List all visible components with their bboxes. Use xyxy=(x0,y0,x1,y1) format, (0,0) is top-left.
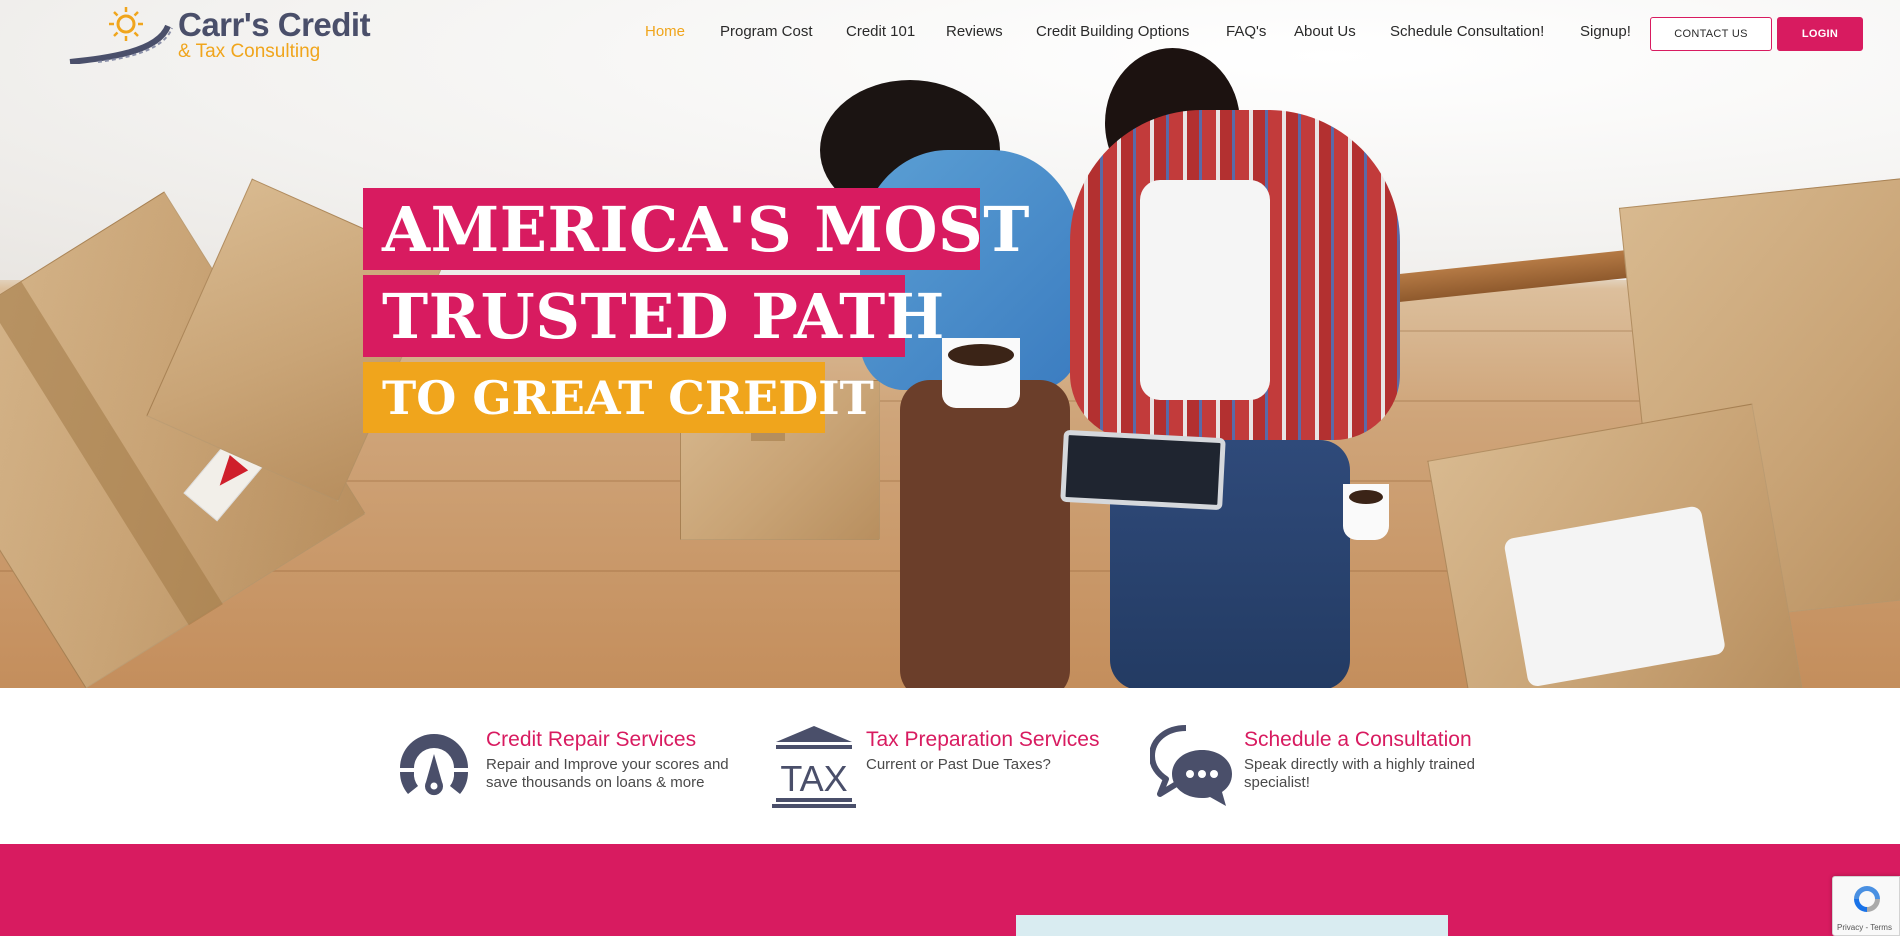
coffee-mug-floor xyxy=(1343,484,1389,540)
hero-headline-line-2: TRUSTED PATH xyxy=(363,275,944,357)
feature-title[interactable]: Credit Repair Services xyxy=(486,728,696,752)
coffee xyxy=(1349,490,1383,504)
feature-title[interactable]: Schedule a Consultation xyxy=(1244,728,1472,752)
brand-name: Carr's Credit xyxy=(178,6,371,43)
site-logo[interactable]: Carr's Credit & Tax Consulting xyxy=(68,4,371,64)
nav-item-home[interactable]: Home xyxy=(645,23,685,40)
nav-item-signup[interactable]: Signup! xyxy=(1580,23,1631,40)
man-tshirt xyxy=(1140,180,1270,400)
hero-background xyxy=(0,0,1900,688)
nav-item-schedule-consultation[interactable]: Schedule Consultation! xyxy=(1390,23,1544,40)
contact-us-button[interactable]: CONTACT US xyxy=(1650,17,1772,51)
gauge-icon xyxy=(399,734,469,796)
hero-headline-line-1: AMERICA'S MOST xyxy=(363,188,1029,270)
tax-building-icon: TAX xyxy=(772,726,856,808)
feature-description: Repair and Improve your scores and save … xyxy=(486,756,729,791)
recaptcha-footer-links[interactable]: Privacy - Terms xyxy=(1837,923,1892,932)
login-button[interactable]: LOGIN xyxy=(1777,17,1863,51)
brand-tagline: & Tax Consulting xyxy=(178,41,321,62)
coffee xyxy=(948,344,1014,366)
nav-item-program-cost[interactable]: Program Cost xyxy=(720,23,813,40)
nav-item-about-us[interactable]: About Us xyxy=(1294,23,1356,40)
coffee-mug xyxy=(942,338,1020,408)
recaptcha-badge[interactable]: Privacy - Terms xyxy=(1832,876,1900,936)
feature-schedule-consultation[interactable]: Schedule a Consultation Speak directly w… xyxy=(1150,724,1510,814)
sun-icon xyxy=(109,7,143,41)
feature-tax-preparation[interactable]: TAX Tax Preparation Services Current or … xyxy=(772,724,1132,814)
chat-bubbles-icon xyxy=(1150,725,1232,806)
open-box xyxy=(1427,403,1803,688)
nav-item-reviews[interactable]: Reviews xyxy=(946,23,1003,40)
nav-item-credit-101[interactable]: Credit 101 xyxy=(846,23,915,40)
pink-section xyxy=(0,844,1900,936)
feature-description: Current or Past Due Taxes? xyxy=(866,756,1051,773)
feature-description: Speak directly with a highly trained spe… xyxy=(1244,756,1475,791)
tablet-device xyxy=(1060,429,1226,511)
woman-legs xyxy=(900,380,1070,688)
nav-item-credit-building-options[interactable]: Credit Building Options xyxy=(1036,23,1189,40)
tax-icon-text: TAX xyxy=(780,758,847,799)
red-arrow-icon xyxy=(210,454,249,494)
packing-material xyxy=(1503,505,1727,688)
feature-title[interactable]: Tax Preparation Services xyxy=(866,728,1099,752)
site-header: Carr's Credit & Tax Consulting Home Prog… xyxy=(0,0,1900,68)
recaptcha-icon xyxy=(1854,886,1880,912)
light-blue-panel xyxy=(1016,915,1448,936)
feature-credit-repair[interactable]: Credit Repair Services Repair and Improv… xyxy=(392,724,752,814)
hero-headline-line-3: TO GREAT CREDIT xyxy=(363,362,874,433)
features-row: Credit Repair Services Repair and Improv… xyxy=(0,688,1900,844)
nav-item-faqs[interactable]: FAQ's xyxy=(1226,23,1266,40)
